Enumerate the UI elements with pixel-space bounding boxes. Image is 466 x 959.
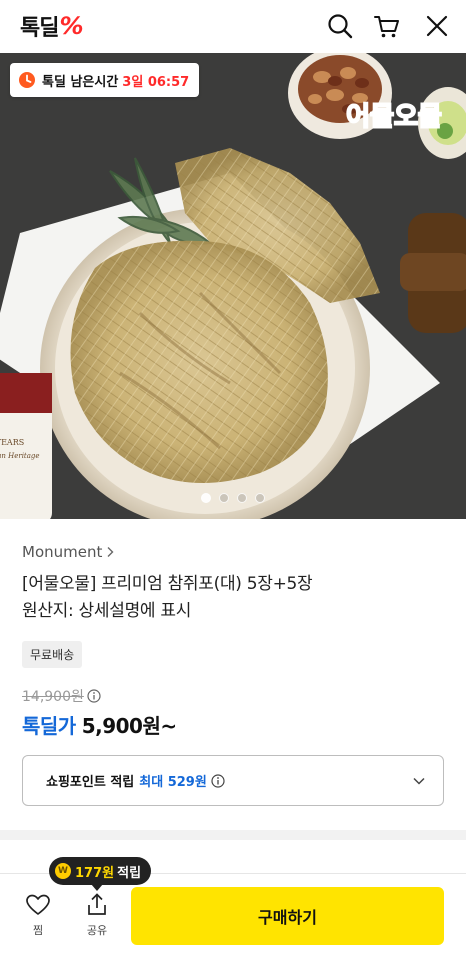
tooltip-suffix: 적립 (117, 865, 142, 881)
timer-label: 톡딜 남은시간 (42, 74, 119, 90)
top-header: 톡딜 % (0, 0, 466, 53)
toktal-logo[interactable]: 톡딜 % (20, 11, 84, 41)
chevron-right-icon (107, 547, 114, 557)
brand-name: Monument (22, 543, 103, 561)
deal-timer: 톡딜 남은시간 3일 06:57 (10, 63, 200, 97)
product-info: Monument [어물오물] 프리미엄 참쥐포(대) 5장+5장 원산지: 상… (22, 541, 446, 740)
carousel-dot[interactable] (201, 493, 211, 503)
close-icon[interactable] (423, 12, 451, 40)
can-subtext: Korean Heritage (0, 452, 40, 460)
points-max: 최대 529원 (139, 775, 207, 790)
deal-label: 톡딜가 (22, 714, 76, 738)
coin-icon: W (55, 863, 71, 879)
share-label: 공유 (86, 924, 108, 937)
title-line-2: 원산지: 상세설명에 표시 (22, 601, 192, 621)
deal-price: 5,900원~ (81, 714, 177, 738)
share-icon (88, 893, 106, 915)
share-button[interactable]: 공유 (77, 892, 117, 938)
clock-icon (19, 72, 35, 88)
product-photo: 어물오물 YEARS Kore (0, 53, 466, 519)
tooltip-arrow (91, 884, 103, 891)
original-price: 14,900원 (22, 689, 84, 705)
search-icon[interactable] (326, 12, 354, 40)
product-image-carousel[interactable]: 어물오물 YEARS Kore (0, 53, 466, 519)
carousel-dot[interactable] (255, 493, 265, 503)
original-price-row: 14,900원 (22, 686, 446, 706)
can-text: YEARS (0, 438, 24, 447)
timer-countdown: 3일 06:57 (122, 74, 190, 90)
product-title: [어물오물] 프리미엄 참쥐포(대) 5장+5장 원산지: 상세설명에 표시 (22, 571, 446, 625)
sticker-text: 어물오물 (346, 102, 442, 132)
info-icon[interactable] (211, 773, 225, 788)
shopping-points-dropdown[interactable]: 쇼핑포인트 적립 최대 529원 (22, 755, 444, 806)
carousel-dots[interactable] (0, 493, 466, 503)
points-tooltip: W 177원 적립 (49, 857, 152, 891)
like-label: 찜 (32, 924, 44, 937)
tooltip-amount: 177원 (75, 865, 115, 881)
carousel-dot[interactable] (219, 493, 229, 503)
carousel-dot[interactable] (237, 493, 247, 503)
like-button[interactable]: 찜 (18, 892, 58, 938)
brand-sticker: 어물오물 (345, 101, 443, 133)
logo-mark: % (59, 12, 84, 40)
section-divider (0, 830, 466, 840)
info-icon[interactable] (87, 689, 101, 703)
heart-icon (26, 894, 50, 915)
cart-icon[interactable] (373, 12, 401, 40)
brand-link[interactable]: Monument (22, 541, 446, 563)
title-line-1: [어물오물] 프리미엄 참쥐포(대) 5장+5장 (22, 574, 313, 594)
buy-button[interactable]: 구매하기 (131, 887, 444, 945)
deal-price-row: 톡딜가 5,900원~ (22, 710, 446, 740)
bottom-action-bar: 찜 공유 구매하기 (0, 873, 466, 959)
chevron-down-icon (413, 777, 425, 785)
points-label: 쇼핑포인트 적립 (46, 775, 135, 790)
free-shipping-badge: 무료배송 (22, 641, 83, 668)
logo-text: 톡딜 (20, 16, 59, 41)
